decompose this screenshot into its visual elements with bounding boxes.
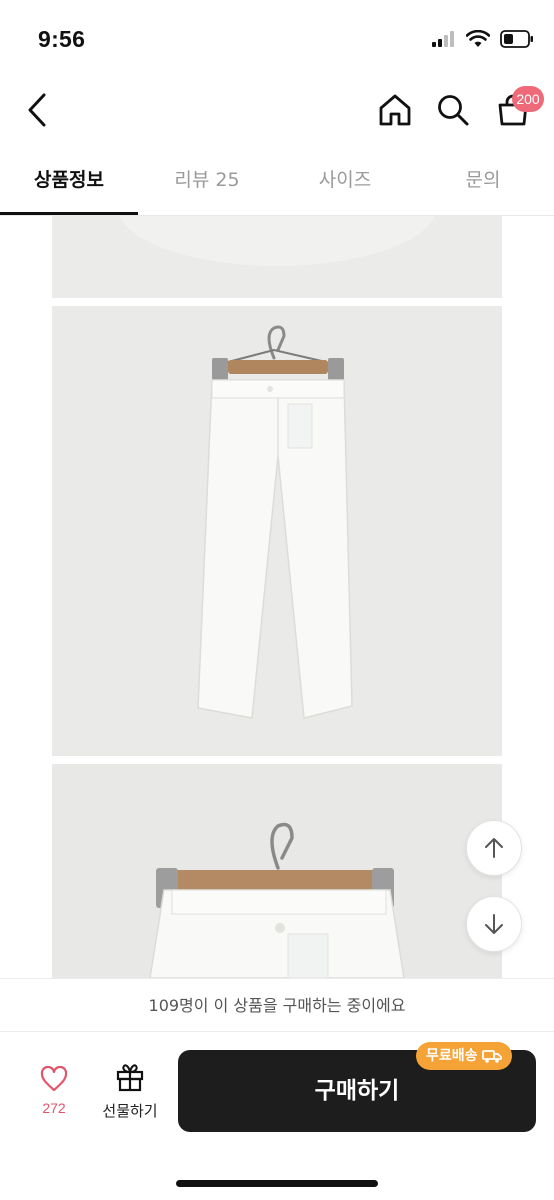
scroll-down-button[interactable] [466,896,522,952]
wifi-icon [466,30,490,47]
arrow-up-icon [485,838,503,858]
product-photo-pants-closeup [52,764,502,978]
signal-icon [432,31,454,47]
tab-inquiry[interactable]: 문의 [414,152,552,214]
truck-icon [481,1050,502,1063]
tab-size[interactable]: 사이즈 [276,152,414,214]
cart-count-badge: 200 [512,86,544,112]
gift-icon [116,1064,144,1092]
tab-active-indicator [0,212,138,215]
home-indicator [176,1180,378,1187]
gift-label: 선물하기 [102,1102,158,1120]
search-icon [438,95,469,126]
status-icons [432,30,534,48]
home-button[interactable] [376,90,414,130]
like-button[interactable]: 272 [28,1065,80,1126]
scroll-up-button[interactable] [466,820,522,876]
tab-reviews[interactable]: 리뷰 25 [138,152,276,214]
back-icon [28,93,46,127]
free-shipping-badge: 무료배송 [416,1042,512,1070]
tab-product-info[interactable]: 상품정보 [0,152,138,214]
app-header [0,80,554,142]
status-time: 9:56 [38,26,86,52]
heart-icon [40,1065,68,1092]
like-count: 272 [42,1100,66,1116]
purchase-activity-notice: 109명이 이 상품을 구매하는 중이에요 [0,978,554,1032]
gift-button[interactable]: 선물하기 [96,1062,164,1126]
product-tabs: 상품정보 리뷰 25 사이즈 문의 [0,152,554,216]
arrow-down-icon [485,914,503,934]
status-bar: 9:56 [0,0,554,80]
free-shipping-label: 무료배송 [426,1048,478,1064]
search-button[interactable] [434,90,472,130]
product-photo-pants-on-hanger [52,306,502,756]
home-icon [379,94,411,126]
back-button[interactable] [20,90,54,130]
product-photo-top-crop [52,216,502,298]
battery-icon [500,30,533,48]
